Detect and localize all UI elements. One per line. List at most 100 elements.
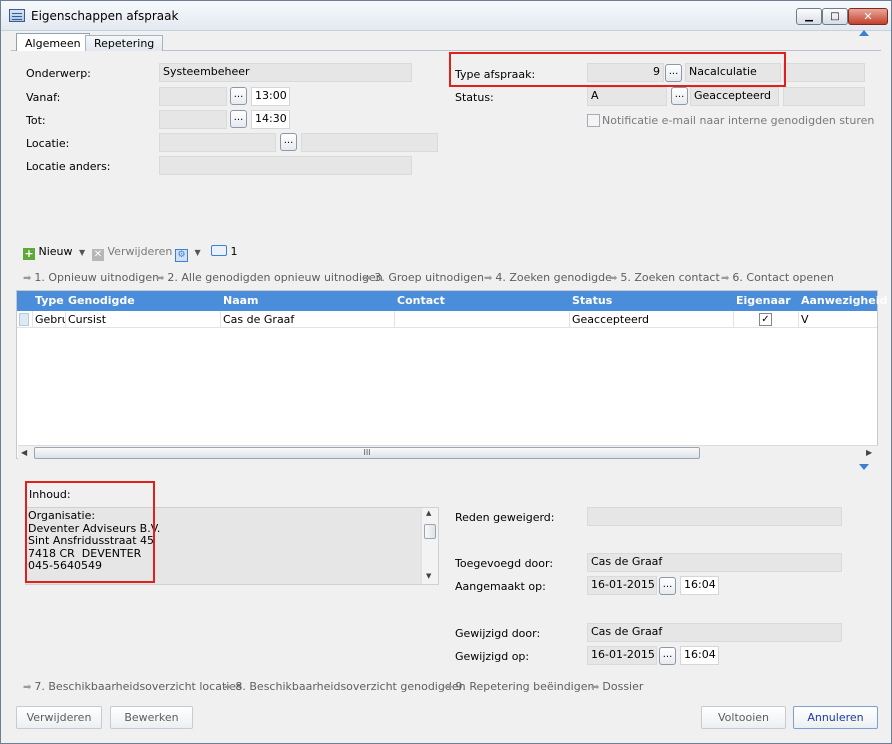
scroll-left-icon[interactable]: ◀ bbox=[21, 448, 27, 457]
grid-horizontal-scrollbar[interactable]: ◀ III ▶ bbox=[18, 445, 878, 460]
cell-naam[interactable]: Cas de Graaf bbox=[223, 313, 393, 326]
row-indicator bbox=[19, 313, 29, 326]
tab-repetering[interactable]: Repetering bbox=[85, 35, 164, 51]
type-afspraak-name-field: Nacalculatie bbox=[685, 63, 781, 82]
arrow-right-icon: ➡ bbox=[363, 273, 372, 284]
complete-button[interactable]: Voltooien bbox=[701, 706, 786, 729]
expand-down-icon[interactable] bbox=[859, 464, 869, 470]
delete-toolbar-button[interactable]: ✕ Verwijderen bbox=[92, 245, 172, 261]
column-header-genodigde[interactable]: Genodigde bbox=[68, 294, 135, 307]
action-repetering-beeindigen[interactable]: ➡ 9. Repetering beëindigen bbox=[444, 680, 594, 693]
toegevoegd-door-field: Cas de Graaf bbox=[587, 553, 842, 572]
gewijzigd-op-date-field: 16-01-2015 bbox=[587, 646, 657, 665]
action-zoeken-genodigde[interactable]: ➡ 4. Zoeken genodigde bbox=[484, 271, 612, 284]
inhoud-memo[interactable]: Organisatie: Deventer Adviseurs B.V. Sin… bbox=[25, 507, 439, 585]
vanaf-date-field[interactable] bbox=[159, 87, 227, 106]
action-contact-openen[interactable]: ➡ 6. Contact openen bbox=[721, 271, 834, 284]
column-header-contact[interactable]: Contact bbox=[397, 294, 445, 307]
column-header-status[interactable]: Status bbox=[572, 294, 612, 307]
column-header-aanwezigheid[interactable]: Aanwezigheid bbox=[801, 294, 887, 307]
cell-type[interactable]: Gebru bbox=[35, 313, 65, 326]
memo-vertical-scrollbar[interactable]: ▲ ▼ bbox=[421, 508, 438, 584]
delete-button[interactable]: Verwijderen bbox=[16, 706, 102, 729]
inhoud-label: Inhoud: bbox=[29, 488, 71, 501]
close-button[interactable]: ✕ bbox=[848, 8, 888, 25]
arrow-right-icon: ➡ bbox=[609, 273, 618, 284]
locatie-label: Locatie: bbox=[26, 137, 70, 150]
scroll-down-icon[interactable]: ▼ bbox=[426, 572, 431, 580]
toegevoegd-door-label: Toegevoegd door: bbox=[455, 557, 554, 570]
minimize-button[interactable]: ▁ bbox=[796, 8, 822, 25]
column-header-naam[interactable]: Naam bbox=[223, 294, 259, 307]
locatie-anders-label: Locatie anders: bbox=[26, 160, 111, 173]
maximize-button[interactable]: □ bbox=[822, 8, 848, 25]
tot-time-field[interactable]: 14:30 bbox=[251, 110, 290, 129]
grid-options-button[interactable]: ⚙ ▼ bbox=[175, 245, 201, 262]
invitees-grid: Type Genodigde Naam Contact Status Eigen… bbox=[16, 290, 887, 459]
tot-date-picker-button[interactable]: ... bbox=[230, 110, 247, 128]
group-link-icon bbox=[211, 245, 227, 256]
notificatie-checkbox[interactable] bbox=[587, 114, 600, 127]
locatie-code-field[interactable] bbox=[159, 133, 276, 152]
type-afspraak-lookup-button[interactable]: ... bbox=[665, 64, 682, 82]
column-divider bbox=[569, 311, 570, 328]
cancel-button[interactable]: Annuleren bbox=[793, 706, 878, 729]
cell-status[interactable]: Geaccepteerd bbox=[572, 313, 732, 326]
window-title: Eigenschappen afspraak bbox=[31, 9, 179, 23]
column-divider bbox=[220, 311, 221, 328]
aangemaakt-op-time-field: 16:04 bbox=[680, 576, 719, 595]
type-afspraak-code-field[interactable]: 9 bbox=[587, 63, 664, 82]
type-afspraak-label: Type afspraak: bbox=[455, 68, 536, 81]
new-button-label: Nieuw bbox=[38, 245, 73, 258]
action-alle-genodigden-opnieuw[interactable]: ➡ 2. Alle genodigden opnieuw uitnodigen bbox=[156, 271, 383, 284]
new-button[interactable]: + Nieuw ▼ bbox=[23, 245, 85, 261]
action-zoeken-contact[interactable]: ➡ 5. Zoeken contact bbox=[609, 271, 720, 284]
gewijzigd-op-date-picker-button[interactable]: ... bbox=[659, 647, 676, 665]
group-counter-value: 1 bbox=[230, 245, 238, 258]
memo-scroll-thumb[interactable] bbox=[424, 524, 436, 539]
grid-header: Type Genodigde Naam Contact Status Eigen… bbox=[17, 291, 887, 311]
aangemaakt-op-date-picker-button[interactable]: ... bbox=[659, 577, 676, 595]
group-counter[interactable]: 1 bbox=[211, 245, 238, 261]
status-label: Status: bbox=[455, 91, 494, 104]
cell-aanwezigheid[interactable]: V bbox=[801, 313, 871, 326]
locatie-name-field[interactable] bbox=[301, 133, 438, 152]
action-opnieuw-uitnodigen[interactable]: ➡ 1. Opnieuw uitnodigen bbox=[23, 271, 159, 284]
aangemaakt-op-date-field: 16-01-2015 bbox=[587, 576, 657, 595]
delete-x-icon: ✕ bbox=[92, 249, 104, 261]
window-app-icon bbox=[9, 9, 25, 22]
scroll-thumb[interactable]: III bbox=[34, 447, 700, 459]
action-beschikbaarheid-locaties[interactable]: ➡ 7. Beschikbaarheidsoverzicht locaties bbox=[23, 680, 242, 693]
close-icon: ✕ bbox=[863, 10, 873, 23]
appointment-properties-window: Eigenschappen afspraak ▁ □ ✕ Algemeen Re… bbox=[0, 0, 892, 744]
table-row[interactable]: Gebru Cursist Cas de Graaf Geaccepteerd … bbox=[17, 311, 877, 328]
action-beschikbaarheid-genodigden[interactable]: ➡ 8. Beschikbaarheidsoverzicht genodigden bbox=[224, 680, 466, 693]
action-dossier[interactable]: ➡ Dossier bbox=[591, 680, 643, 693]
cell-genodigde[interactable]: Cursist bbox=[68, 313, 218, 326]
status-extra-field bbox=[783, 87, 865, 106]
scroll-right-icon[interactable]: ▶ bbox=[866, 448, 872, 457]
status-lookup-button[interactable]: ... bbox=[671, 87, 688, 105]
collapse-up-icon[interactable] bbox=[859, 30, 869, 36]
cell-eigenaar-checkbox[interactable]: ✓ bbox=[759, 313, 772, 326]
column-header-type[interactable]: Type bbox=[35, 294, 64, 307]
action-groep-uitnodigen[interactable]: ➡ 3. Groep uitnodigen bbox=[363, 271, 484, 284]
vanaf-label: Vanaf: bbox=[26, 91, 61, 104]
onderwerp-field[interactable]: Systeembeheer bbox=[159, 63, 412, 82]
locatie-lookup-button[interactable]: ... bbox=[280, 133, 297, 151]
locatie-anders-field[interactable] bbox=[159, 156, 412, 175]
vanaf-time-field[interactable]: 13:00 bbox=[251, 87, 290, 106]
vanaf-date-picker-button[interactable]: ... bbox=[230, 87, 247, 105]
column-header-eigenaar[interactable]: Eigenaar bbox=[736, 294, 791, 307]
notificatie-label: Notificatie e-mail naar interne genodigd… bbox=[602, 114, 875, 127]
status-code-field[interactable]: A bbox=[587, 87, 667, 106]
arrow-right-icon: ➡ bbox=[23, 273, 32, 284]
edit-button[interactable]: Bewerken bbox=[110, 706, 193, 729]
scroll-up-icon[interactable]: ▲ bbox=[426, 509, 431, 517]
tab-algemeen[interactable]: Algemeen bbox=[16, 33, 90, 51]
arrow-right-icon: ➡ bbox=[224, 682, 233, 693]
chevron-down-icon: ▼ bbox=[194, 248, 201, 257]
grid-settings-icon: ⚙ bbox=[175, 249, 188, 262]
chevron-down-icon: ▼ bbox=[79, 248, 86, 257]
tot-date-field[interactable] bbox=[159, 110, 227, 129]
